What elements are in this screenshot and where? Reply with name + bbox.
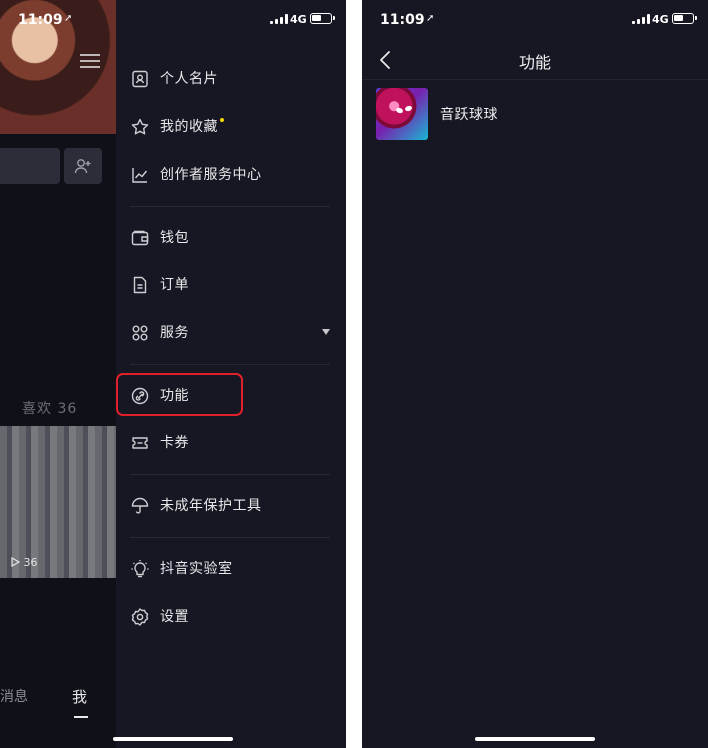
menu-item-label: 卡券 <box>160 435 189 451</box>
left-phone-screen: 喜欢 36 36 消息 我 个人名片 我的收藏 创作者服务中心 钱包 订单 服务… <box>0 0 346 748</box>
lightbulb-icon <box>131 560 149 578</box>
status-time: 11:09 <box>18 12 63 28</box>
menu-item-favorites[interactable]: 我的收藏 <box>116 105 346 149</box>
page-title: 功能 <box>518 53 551 72</box>
chevron-down-icon[interactable] <box>322 329 330 335</box>
feature-item[interactable]: 音跃球球 <box>376 88 696 140</box>
status-bar: 11:09 ➚ 4G <box>0 0 346 40</box>
play-count-value: 36 <box>23 556 38 569</box>
home-indicator[interactable] <box>113 737 233 741</box>
trend-chart-icon <box>132 168 148 183</box>
tab-me[interactable]: 我 <box>72 686 87 707</box>
grid-icon <box>132 325 148 341</box>
battery-icon <box>672 13 697 24</box>
status-bar: 11:09 ➚ 4G <box>362 0 708 40</box>
ticket-icon <box>132 437 148 449</box>
menu-item-business-card[interactable]: 个人名片 <box>116 57 346 101</box>
menu-item-label: 钱包 <box>160 230 189 246</box>
battery-icon <box>310 13 335 24</box>
menu-item-creator-center[interactable]: 创作者服务中心 <box>116 153 346 197</box>
feature-item-label: 音跃球球 <box>440 107 498 123</box>
signal-icon <box>270 14 288 24</box>
menu-item-label: 订单 <box>160 277 189 293</box>
tab-active-indicator <box>74 716 88 718</box>
home-indicator[interactable] <box>475 737 595 741</box>
menu-item-lab[interactable]: 抖音实验室 <box>116 547 346 591</box>
wallet-icon <box>131 230 149 246</box>
document-icon <box>133 276 147 294</box>
menu-item-label: 抖音实验室 <box>160 561 233 577</box>
status-time: 11:09 <box>380 12 425 28</box>
menu-item-label: 个人名片 <box>160 71 218 87</box>
network-type: 4G <box>290 13 307 26</box>
menu-item-services[interactable]: 服务 <box>116 311 346 355</box>
play-icon <box>11 556 21 568</box>
menu-divider <box>130 364 330 365</box>
likes-tab-label[interactable]: 喜欢 36 <box>22 398 77 418</box>
menu-divider <box>130 474 330 475</box>
location-arrow-icon: ➚ <box>426 13 435 24</box>
profile-page-background: 喜欢 36 36 消息 我 <box>0 0 116 748</box>
menu-item-label: 创作者服务中心 <box>160 167 262 183</box>
add-friend-icon[interactable] <box>64 148 102 184</box>
edit-profile-button[interactable] <box>0 148 60 184</box>
menu-item-label: 服务 <box>160 325 189 341</box>
menu-item-label: 未成年保护工具 <box>160 498 262 514</box>
play-count: 36 <box>10 556 38 569</box>
umbrella-icon <box>131 497 149 514</box>
location-arrow-icon: ➚ <box>64 13 73 24</box>
menu-divider <box>130 206 330 207</box>
network-type: 4G <box>652 13 669 26</box>
nav-bar: 功能 <box>362 40 708 80</box>
menu-item-label: 设置 <box>160 609 189 625</box>
tab-messages[interactable]: 消息 <box>0 686 28 706</box>
menu-item-settings[interactable]: 设置 <box>116 595 346 639</box>
gear-icon <box>131 608 149 626</box>
menu-item-coupons[interactable]: 卡券 <box>116 421 346 465</box>
new-badge-dot <box>220 118 224 122</box>
right-phone-screen: 11:09 ➚ 4G 功能 音跃球球 <box>362 0 708 748</box>
star-icon <box>131 118 149 135</box>
contact-card-icon <box>132 70 148 88</box>
menu-item-label: 我的收藏 <box>160 119 218 135</box>
menu-divider <box>130 537 330 538</box>
menu-item-orders[interactable]: 订单 <box>116 263 346 307</box>
game-ball-icon <box>376 88 428 140</box>
signal-icon <box>632 14 650 24</box>
menu-item-wallet[interactable]: 钱包 <box>116 216 346 260</box>
hamburger-menu-icon[interactable] <box>80 54 100 68</box>
menu-item-minor-protection[interactable]: 未成年保护工具 <box>116 484 346 528</box>
features-highlight-box <box>116 373 243 416</box>
